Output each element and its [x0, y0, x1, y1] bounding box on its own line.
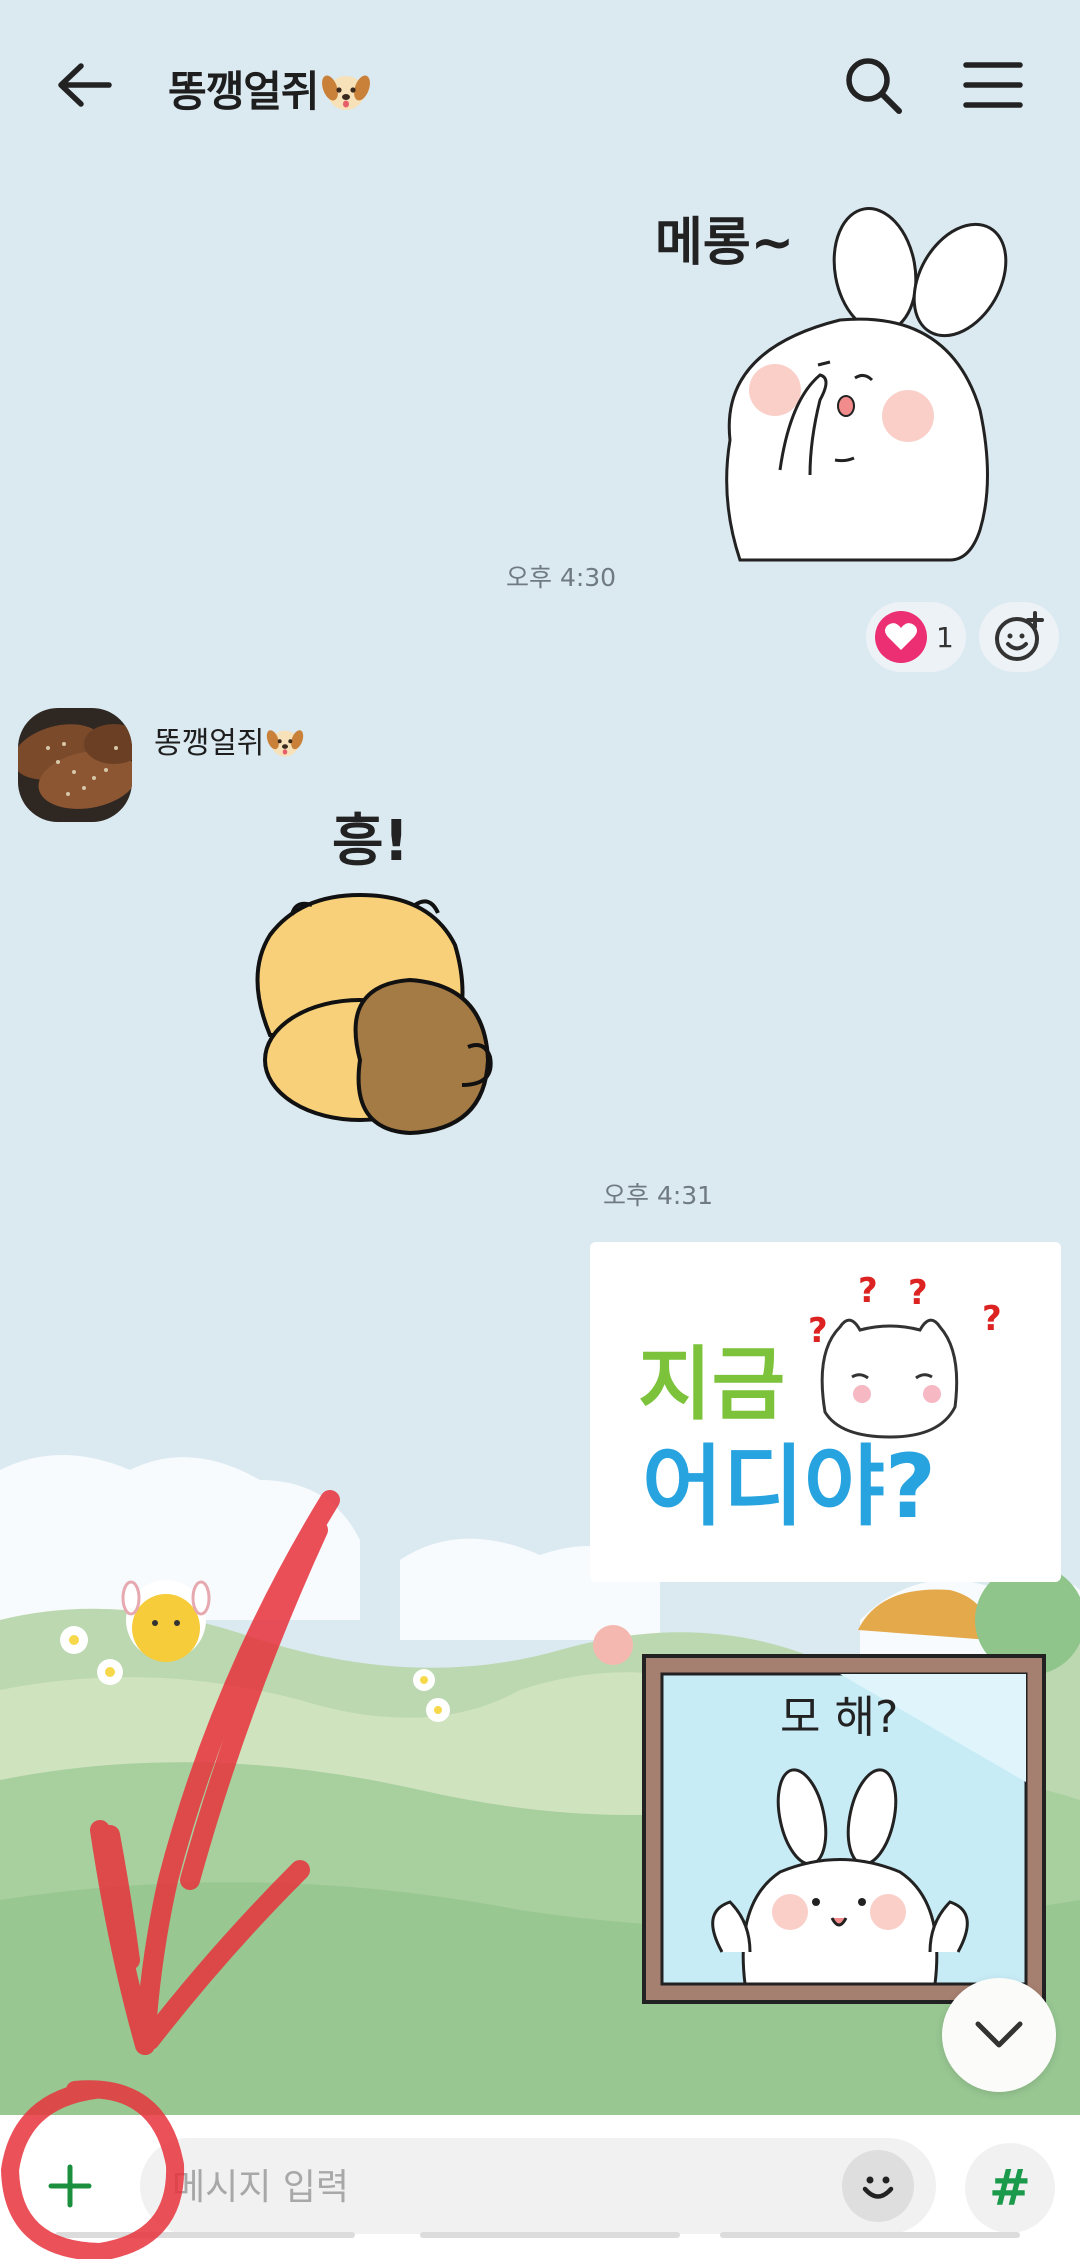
gesture-hint-right: [720, 2232, 1020, 2238]
chat-title-text: 똥깽얼쥐: [168, 67, 320, 116]
back-button[interactable]: [40, 45, 130, 125]
sent-image-where-are-you[interactable]: 지금 어디야? ?? ??: [590, 1242, 1061, 1582]
bear-back-sticker-image: 흥!: [255, 809, 493, 1136]
dog-face-icon: [321, 75, 370, 110]
chat-title: 똥깽얼쥐: [168, 58, 371, 119]
cat-question-sticker-image: 지금 어디야? ?? ??: [590, 1242, 1061, 1582]
svg-text:?: ?: [908, 1273, 928, 1313]
hashtag-search-button[interactable]: #: [965, 2143, 1055, 2233]
received-sticker-hmph[interactable]: 흥!: [240, 795, 550, 1195]
bunny-window-sticker-image: 모 해?: [642, 1654, 1046, 2004]
sticker-text-heung: 흥!: [332, 809, 409, 874]
chevron-down-icon: [975, 2021, 1023, 2048]
chat-header: 똥깽얼쥐: [0, 0, 1080, 170]
message-timestamp: 오후 4:30: [506, 563, 617, 592]
message-input[interactable]: [170, 2148, 824, 2226]
gesture-hint-center: [420, 2232, 680, 2238]
gesture-hint-left: [55, 2232, 355, 2238]
sender-name-text: 똥깽얼쥐: [154, 726, 265, 761]
scroll-to-bottom-button[interactable]: [942, 1978, 1056, 2092]
bunny-sticker-image: 메롱~: [655, 207, 1008, 562]
hamburger-menu-icon: [962, 62, 1023, 108]
heart-icon: [875, 611, 927, 663]
message-timestamp: 오후 4:31: [603, 1181, 714, 1210]
search-button[interactable]: [830, 45, 915, 125]
search-icon: [845, 58, 902, 114]
svg-text:?: ?: [982, 1299, 1002, 1339]
image-text-line2: 어디야?: [642, 1435, 936, 1538]
sent-sticker-bunny-tongue[interactable]: 메롱~: [650, 200, 1020, 570]
sent-sticker-what-doing[interactable]: 모 해?: [640, 1652, 1048, 2007]
attach-plus-button[interactable]: [18, 2138, 122, 2234]
reaction-count: 1: [936, 620, 954, 654]
sender-avatar[interactable]: [18, 708, 132, 822]
svg-text:?: ?: [808, 1311, 828, 1351]
add-reaction-button[interactable]: [979, 602, 1059, 672]
arrow-left-icon: [58, 63, 112, 107]
plus-icon: [48, 2164, 92, 2208]
sticker-text-mohae: 모 해?: [780, 1692, 898, 1743]
sticker-text-melong: 메롱~: [655, 213, 794, 273]
bread-photo-avatar: [18, 708, 132, 822]
dog-face-icon: [267, 730, 304, 757]
sender-name: 똥깽얼쥐: [154, 718, 304, 762]
menu-button[interactable]: [950, 45, 1035, 125]
chat-screen: 똥깽얼쥐 메롱~ 오후 4:30 1 똥깽얼쥐 흥! 오후 4:31 지금 어디…: [0, 0, 1080, 2259]
svg-text:?: ?: [858, 1271, 878, 1311]
smiley-icon: [862, 2176, 894, 2199]
add-reaction-icon: [995, 611, 1044, 661]
emoji-button[interactable]: [842, 2150, 914, 2222]
heart-reaction-badge[interactable]: 1: [866, 602, 966, 672]
image-text-line1: 지금: [638, 1338, 785, 1431]
